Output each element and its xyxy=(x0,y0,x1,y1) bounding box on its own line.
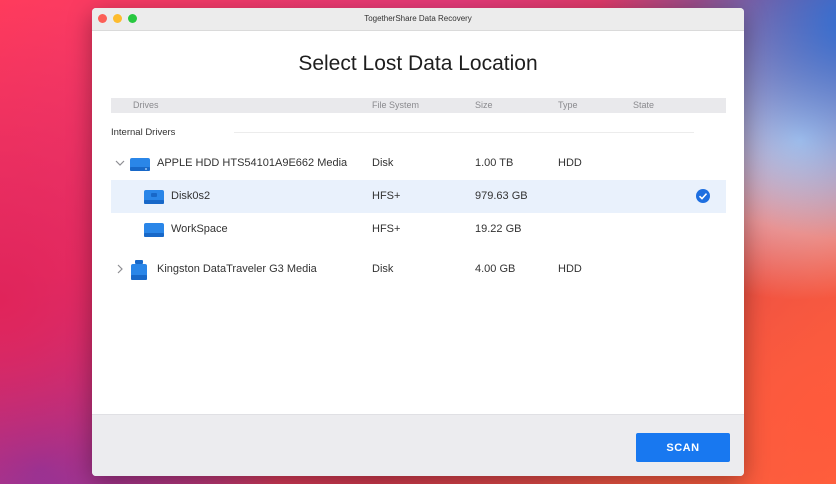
chevron-right-icon[interactable] xyxy=(114,263,126,275)
maximize-window-button[interactable] xyxy=(128,14,137,23)
column-header-size: Size xyxy=(475,100,493,110)
scan-button[interactable]: SCAN xyxy=(636,433,730,462)
section-label-internal-drivers: Internal Drivers xyxy=(111,127,176,138)
drive-size: 4.00 GB xyxy=(475,263,516,275)
partition-file-system: HFS+ xyxy=(372,190,401,202)
table-header: Drives File System Size Type State xyxy=(111,98,726,113)
partition-row-workspace[interactable]: WorkSpace HFS+ 19.22 GB xyxy=(111,213,726,246)
column-header-file-system: File System xyxy=(372,100,420,110)
drive-type: HDD xyxy=(558,157,582,169)
window-controls xyxy=(98,14,137,23)
partition-file-system: HFS+ xyxy=(372,223,401,235)
chevron-down-icon[interactable] xyxy=(114,157,126,169)
drive-row-apple-hdd[interactable]: APPLE HDD HTS54101A9E662 Media Disk 1.00… xyxy=(111,147,726,180)
partition-size: 19.22 GB xyxy=(475,223,522,235)
drive-file-system: Disk xyxy=(372,263,394,275)
hard-drive-icon xyxy=(130,158,150,171)
partition-size: 979.63 GB xyxy=(475,190,528,202)
column-header-type: Type xyxy=(558,100,578,110)
partition-name: WorkSpace xyxy=(171,223,228,235)
column-header-state: State xyxy=(633,100,655,110)
minimize-window-button[interactable] xyxy=(113,14,122,23)
close-window-button[interactable] xyxy=(98,14,107,23)
drive-file-system: Disk xyxy=(372,157,394,169)
hard-drive-icon xyxy=(144,223,164,237)
drive-size: 1.00 TB xyxy=(475,157,514,169)
checkmark-circle-icon[interactable] xyxy=(696,189,710,203)
drive-name: APPLE HDD HTS54101A9E662 Media xyxy=(157,157,348,169)
partition-row-disk0s2[interactable]: Disk0s2 HFS+ 979.63 GB xyxy=(111,180,726,213)
drive-type: HDD xyxy=(558,263,582,275)
app-window: TogetherShare Data Recovery Select Lost … xyxy=(92,8,744,476)
partition-name: Disk0s2 xyxy=(171,190,211,202)
drive-name: Kingston DataTraveler G3 Media xyxy=(157,263,317,275)
title-bar: TogetherShare Data Recovery xyxy=(92,8,744,31)
usb-drive-icon xyxy=(131,260,147,280)
page-title: Select Lost Data Location xyxy=(298,52,538,75)
hard-drive-icon xyxy=(144,190,164,204)
footer-bar: SCAN xyxy=(92,414,744,476)
column-header-drives: Drives xyxy=(133,100,159,110)
drive-row-kingston[interactable]: Kingston DataTraveler G3 Media Disk 4.00… xyxy=(111,253,726,286)
section-divider xyxy=(234,132,694,133)
window-title: TogetherShare Data Recovery xyxy=(364,14,472,23)
